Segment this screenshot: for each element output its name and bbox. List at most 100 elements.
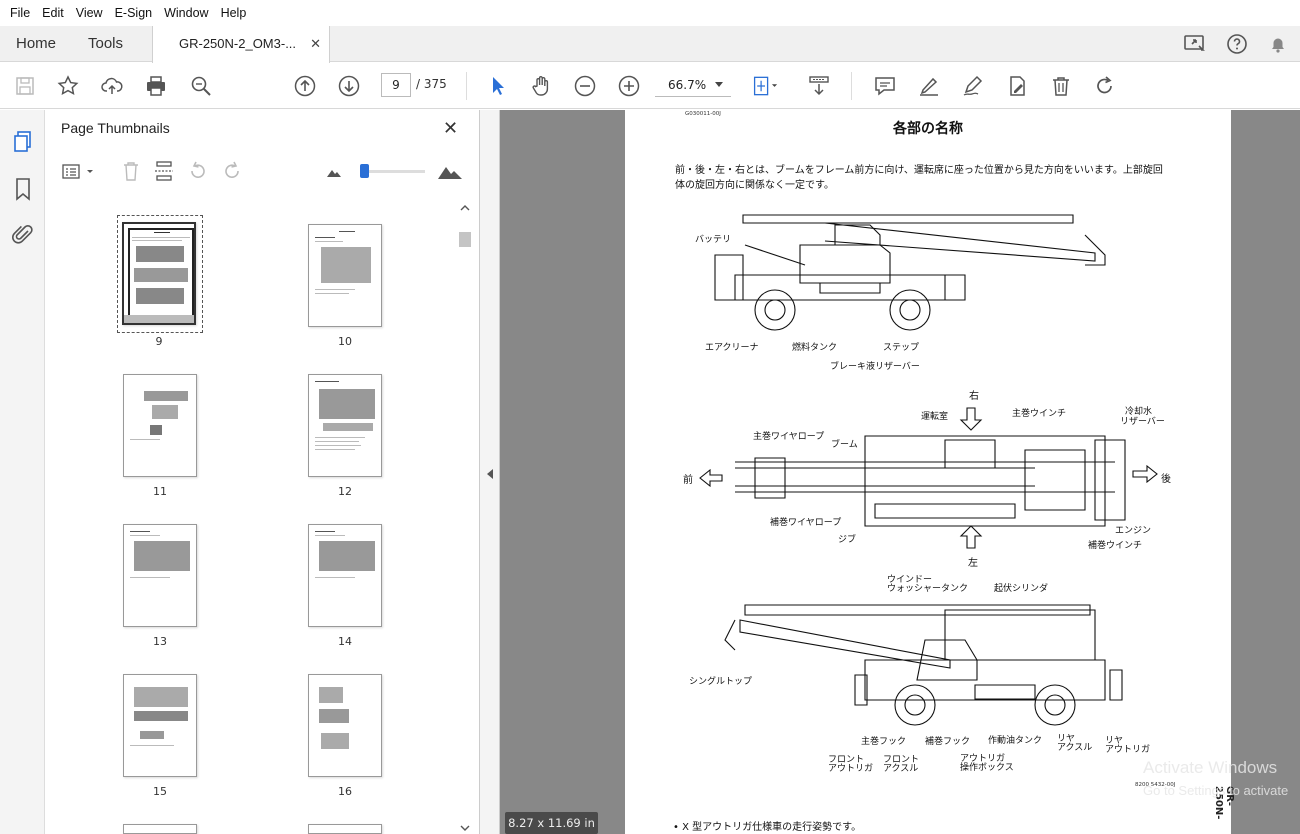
page-title: 各部の名称 bbox=[893, 121, 963, 137]
menu-window[interactable]: Window bbox=[158, 6, 214, 20]
thumbnail-page-number: 11 bbox=[153, 485, 167, 498]
delete-page-icon[interactable] bbox=[120, 160, 142, 182]
thumbnail-page-number: 14 bbox=[338, 635, 352, 648]
page-thumbnail[interactable] bbox=[308, 674, 382, 777]
page-thumbnail[interactable] bbox=[123, 524, 197, 627]
edit-pdf-icon[interactable] bbox=[1004, 73, 1030, 99]
page-thumbnail[interactable] bbox=[308, 824, 382, 834]
document-tab-title: GR-250N-2_OM3-... bbox=[179, 36, 297, 51]
collapse-panel-arrow-icon[interactable] bbox=[486, 468, 494, 480]
page-code: G030011-00J bbox=[685, 111, 721, 117]
chevron-down-icon bbox=[715, 82, 723, 87]
notifications-bell-icon[interactable] bbox=[1266, 32, 1290, 56]
label-main-wire-rope: 主巻ワイヤロープ bbox=[753, 432, 825, 442]
intro-line-1: 前・後・左・右とは、ブームをフレーム前方に向け、運転席に座った位置から見た方向を… bbox=[675, 165, 1163, 176]
navigation-rail bbox=[0, 110, 45, 834]
menu-edit[interactable]: Edit bbox=[36, 6, 70, 20]
attachments-paperclip-icon[interactable] bbox=[11, 222, 35, 246]
zoom-in-icon[interactable] bbox=[616, 73, 642, 99]
label-rear-outrigger-2: アウトリガ bbox=[1105, 745, 1151, 755]
tab-tools[interactable]: Tools bbox=[88, 26, 123, 62]
zoom-out-icon[interactable] bbox=[572, 73, 598, 99]
scroll-up-icon[interactable] bbox=[460, 204, 470, 212]
page-thumbnails-icon[interactable] bbox=[12, 130, 34, 154]
rotate-counterclockwise-icon[interactable] bbox=[187, 160, 209, 182]
menu-help[interactable]: Help bbox=[215, 6, 253, 20]
save-icon[interactable] bbox=[12, 73, 38, 99]
page-thumbnail[interactable] bbox=[122, 222, 196, 325]
small-thumbnail-mountain-icon[interactable] bbox=[326, 166, 342, 178]
highlight-pen-icon[interactable] bbox=[916, 73, 942, 99]
label-jib: ジブ bbox=[838, 535, 857, 545]
thumbnail-size-slider-handle[interactable] bbox=[360, 164, 369, 178]
label-air-cleaner: エアクリーナ bbox=[705, 343, 759, 353]
crane-side-view-drawing bbox=[714, 214, 1106, 331]
thumbnail-options-icon[interactable] bbox=[61, 162, 97, 182]
extract-page-icon[interactable] bbox=[153, 160, 175, 182]
thumbnail-page-number: 16 bbox=[338, 785, 352, 798]
label-aux-winch: 補巻ウインチ bbox=[1088, 541, 1143, 551]
help-icon[interactable] bbox=[1225, 32, 1249, 56]
page-thumbnail[interactable] bbox=[123, 374, 197, 477]
comment-icon[interactable] bbox=[872, 73, 898, 99]
menu-bar: File Edit View E-Sign Window Help bbox=[0, 0, 1300, 26]
thumbnail-page-number: 13 bbox=[153, 635, 167, 648]
rotate-clockwise-icon[interactable] bbox=[1092, 73, 1118, 99]
fit-page-icon[interactable] bbox=[752, 73, 778, 99]
page-total-label: / 375 bbox=[416, 77, 447, 91]
bookmarks-icon[interactable] bbox=[13, 177, 33, 201]
page-thumbnail[interactable] bbox=[308, 524, 382, 627]
thumbnails-panel: Page Thumbnails ✕ bbox=[45, 110, 480, 834]
intro-line-2: 体の旋回方向に関係なく一定です。 bbox=[675, 180, 834, 191]
crane-boom-raised-drawing bbox=[724, 604, 1123, 726]
pdf-page: G030011-00J 各部の名称 前・後・左・右とは、ブームをフレーム前方に向… bbox=[625, 110, 1235, 834]
bookmark-star-icon[interactable] bbox=[55, 73, 81, 99]
scroll-down-icon[interactable] bbox=[460, 824, 470, 832]
page-thumbnail[interactable] bbox=[308, 374, 382, 477]
label-front-outrigger-2: アウトリガ bbox=[828, 764, 874, 774]
print-icon[interactable] bbox=[143, 73, 169, 99]
page-thumbnail[interactable] bbox=[123, 824, 197, 834]
page-thumbnail[interactable] bbox=[308, 224, 382, 327]
thumbnail-scrollbar[interactable] bbox=[458, 202, 472, 834]
main-toolbar bbox=[0, 63, 1300, 109]
delete-trash-icon[interactable] bbox=[1048, 73, 1074, 99]
menu-file[interactable]: File bbox=[4, 6, 36, 20]
page-size-badge: 8.27 x 11.69 in bbox=[505, 812, 598, 834]
previous-page-icon[interactable] bbox=[292, 73, 318, 99]
thumbnail-size-slider-track[interactable] bbox=[363, 170, 425, 173]
scroll-mode-icon[interactable] bbox=[806, 73, 832, 99]
scrollbar-thumb[interactable] bbox=[459, 232, 471, 247]
select-cursor-icon[interactable] bbox=[485, 73, 511, 99]
footer-note: • X 型アウトリガ仕様車の走行姿勢です。 bbox=[673, 822, 862, 833]
page-number-input[interactable]: 9 bbox=[381, 73, 411, 97]
sign-pen-icon[interactable] bbox=[960, 73, 986, 99]
menu-esign[interactable]: E-Sign bbox=[109, 6, 159, 20]
upload-cloud-icon[interactable] bbox=[99, 73, 125, 99]
label-battery: バッテリ bbox=[695, 235, 732, 245]
close-panel-icon[interactable]: ✕ bbox=[443, 118, 458, 139]
label-cab: 運転室 bbox=[921, 412, 949, 422]
tab-document[interactable]: GR-250N-2_OM3-... ✕ bbox=[152, 26, 330, 63]
rotate-clockwise-page-icon[interactable] bbox=[221, 160, 243, 182]
zoom-level-select[interactable]: 66.7% bbox=[655, 73, 731, 97]
menu-view[interactable]: View bbox=[70, 6, 109, 20]
zoom-search-icon[interactable] bbox=[188, 73, 214, 99]
hand-tool-icon[interactable] bbox=[528, 73, 554, 99]
toolbar-divider bbox=[466, 72, 467, 100]
document-viewport[interactable]: G030011-00J 各部の名称 前・後・左・右とは、ブームをフレーム前方に向… bbox=[500, 110, 1300, 834]
tab-home[interactable]: Home bbox=[16, 26, 56, 62]
label-derrick-cylinder: 起伏シリンダ bbox=[994, 584, 1049, 594]
next-page-icon[interactable] bbox=[336, 73, 362, 99]
thumbnail-page-number: 9 bbox=[155, 335, 163, 348]
share-screen-icon[interactable] bbox=[1183, 32, 1207, 56]
label-washer-2: ウォッシャータンク bbox=[887, 584, 969, 594]
label-fuel-tank: 燃料タンク bbox=[792, 343, 838, 353]
large-thumbnail-mountain-icon[interactable] bbox=[437, 162, 463, 180]
label-main-winch: 主巻ウインチ bbox=[1012, 409, 1067, 419]
label-front-axle-2: アクスル bbox=[883, 764, 919, 774]
panel-splitter[interactable] bbox=[480, 110, 500, 834]
close-tab-icon[interactable]: ✕ bbox=[310, 26, 321, 62]
thumbnail-page-number: 10 bbox=[338, 335, 352, 348]
page-thumbnail[interactable] bbox=[123, 674, 197, 777]
